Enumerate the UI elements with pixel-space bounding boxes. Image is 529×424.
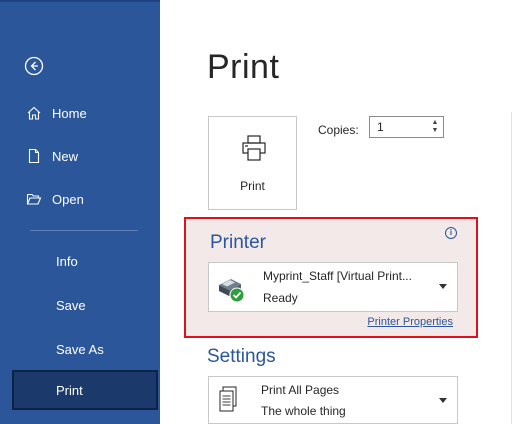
sidebar-item-info[interactable]: Info [0,246,160,276]
sidebar-item-label: Save As [56,341,104,357]
sidebar-item-label: Save [56,297,86,313]
page-title: Print [207,48,280,86]
sidebar-item-label: New [52,148,79,164]
settings-heading: Settings [207,346,276,367]
spinner-down-icon[interactable]: ▼ [430,127,440,135]
copies-label: Copies: [318,123,359,137]
printer-status: Ready [263,291,298,305]
sidebar-item-open[interactable]: Open [0,184,160,214]
chevron-down-icon[interactable] [439,284,447,289]
new-document-icon [28,148,40,164]
open-folder-icon [26,193,42,205]
print-button-label: Print [240,179,265,193]
print-pages-description: The whole thing [261,404,346,418]
sidebar-item-print[interactable]: Print [12,370,158,410]
print-pages-dropdown[interactable]: Print All Pages The whole thing [208,376,458,424]
printer-section-highlight: Printer i Myprint_Staff [Virtual Print..… [184,217,478,338]
back-arrow-circle-icon [24,56,44,76]
copies-input[interactable]: 1 ▲ ▼ [369,116,444,138]
pages-icon [219,386,237,412]
copies-spinner[interactable]: ▲ ▼ [430,119,440,135]
printer-name: Myprint_Staff [Virtual Print... [263,269,412,283]
print-pages-option: Print All Pages [261,383,340,397]
backstage-sidebar: Home New Open Info Save Save As Print [0,0,160,424]
sidebar-item-save-as[interactable]: Save As [0,334,160,364]
sidebar-item-new[interactable]: New [0,141,160,171]
sidebar-top-border [0,0,160,2]
printer-icon [242,135,266,161]
sidebar-item-label: Home [52,105,87,121]
sidebar-item-home[interactable]: Home [0,98,160,128]
printer-ready-icon [219,279,245,303]
printer-properties-link[interactable]: Printer Properties [367,316,453,328]
printer-dropdown[interactable]: Myprint_Staff [Virtual Print... Ready [208,262,458,312]
sidebar-item-label: Open [52,191,84,207]
copies-value: 1 [377,120,384,134]
info-icon[interactable]: i [445,227,457,239]
sidebar-item-label: Info [56,253,78,269]
spinner-up-icon[interactable]: ▲ [430,119,440,127]
chevron-down-icon[interactable] [439,398,447,403]
preview-divider [511,112,512,424]
print-button[interactable]: Print [208,116,297,210]
home-icon [27,106,41,120]
back-button[interactable] [24,56,44,76]
sidebar-item-save[interactable]: Save [0,290,160,320]
sidebar-divider [30,230,138,231]
printer-heading: Printer [210,232,266,253]
sidebar-item-label: Print [56,382,83,398]
